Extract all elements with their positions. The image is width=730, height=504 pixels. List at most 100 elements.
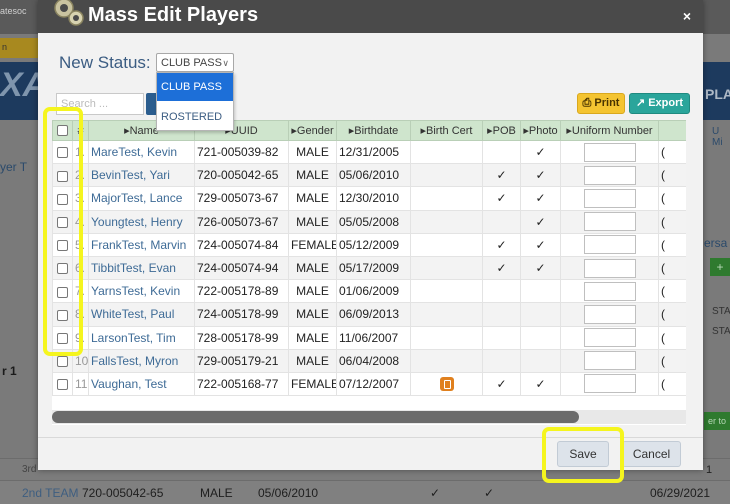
uniform-number-input[interactable] [583,374,636,394]
uniform-number-input[interactable] [583,188,636,208]
col-header-birth-cert[interactable]: ▸Birth Cert [410,120,483,141]
pob-cell [482,139,521,165]
pob-cell [482,302,521,327]
photo-cell [520,279,561,304]
table-row: 11.Vaughan, Test722-005168-77FEMALE07/12… [52,371,686,397]
player-birthdate: 06/09/2013 [336,302,411,327]
extra-cell: ( [658,371,686,397]
player-name-link[interactable]: BevinTest, Yari [88,163,195,188]
photo-cell: ✓ [520,371,561,397]
player-uuid: 726-005073-67 [194,209,289,234]
uniform-number-input[interactable] [583,351,636,371]
status-option-club-pass[interactable]: CLUB PASS [157,73,233,101]
player-gender: MALE [288,139,337,165]
col-header-pob[interactable]: ▸POB [482,120,521,141]
col-header-uniform[interactable]: ▸Uniform Number [560,120,659,141]
bg-table-row-2: 2nd TEAM 720-005042-65 MALE 05/06/2010 ✓… [0,480,730,504]
highlight-save [542,427,624,483]
uniform-number-input[interactable] [583,328,636,348]
row-checkbox[interactable] [57,356,68,368]
photo-cell [520,302,561,327]
player-gender: MALE [288,163,337,188]
player-uuid: 722-005168-77 [194,371,289,397]
new-status-label: New Status: [59,53,151,72]
bg-right-um: U Mi [712,126,723,148]
player-birthdate: 12/30/2010 [336,186,411,211]
bg-row2-check-1: ✓ [430,486,441,500]
gear-icon [54,0,84,26]
horizontal-scrollbar[interactable] [52,410,686,424]
uniform-number-input[interactable] [583,304,636,324]
scrollbar-thumb[interactable] [52,411,579,423]
pob-cell [482,279,521,304]
player-name-link[interactable]: WhiteTest, Paul [88,302,195,327]
player-name-link[interactable]: MajorTest, Lance [88,186,195,211]
player-gender: MALE [288,186,337,211]
player-gender: MALE [288,325,337,350]
player-uuid: 724-005074-84 [194,232,289,257]
printer-icon: ⎙ [582,97,592,109]
pob-cell [482,325,521,350]
player-birthdate: 05/06/2010 [336,163,411,188]
col-header-photo[interactable]: ▸Photo [520,120,561,141]
pob-cell: ✓ [482,371,521,397]
bg-left-label: yer T [0,160,28,174]
player-name-link[interactable]: Vaughan, Test [88,371,195,397]
player-name-link[interactable]: FallsTest, Myron [88,348,195,373]
status-select[interactable]: CLUB PASS ∨ [156,53,234,72]
col-header-extra [658,120,686,141]
uniform-cell [560,186,659,211]
table-row: 3. MajorTest, Lance 729-005073-67 MALE 12/30… [52,186,686,211]
highlight-checkboxes [43,107,83,356]
row-number: 11. [72,371,89,397]
uniform-number-input[interactable] [583,142,636,162]
row-checkbox[interactable] [57,379,68,391]
player-name-link[interactable]: MareTest, Kevin [88,139,195,165]
search-button[interactable] [146,93,156,115]
bg-banner-left-text: XA [0,66,38,104]
bg-row2-date: 06/29/2021 [650,486,711,500]
photo-cell [520,348,561,373]
print-button[interactable]: ⎙ Print [577,93,625,114]
uniform-number-input[interactable] [583,165,636,185]
player-name-link[interactable]: TibbitTest, Evan [88,255,195,281]
pob-cell: ✓ [482,163,521,188]
col-header-birthdate[interactable]: ▸Birthdate [336,120,411,141]
player-name-link[interactable]: Youngtest, Henry [88,209,195,234]
bg-row2-team: 2nd TEAM [22,486,79,500]
player-name-link[interactable]: LarsonTest, Tim [88,325,195,350]
bg-row1-team: 3rd [22,464,37,475]
player-name-link[interactable]: YarnsTest, Kevin [88,279,195,304]
table-row: 5. FrankTest, Marvin 724-005074-84 FEMALE 05… [52,232,686,257]
players-table: # ▸Name ▸UUID ▸Gender ▸Birthdate ▸Birth … [52,120,686,397]
uniform-number-input[interactable] [583,212,636,232]
extra-cell: ( [658,348,686,373]
birth-cert-cell [410,302,483,327]
table-row: 7. YarnsTest, Kevin 722-005178-89 MALE 01/06… [52,279,686,304]
birth-cert-cell [410,186,483,211]
photo-cell: ✓ [520,255,561,281]
photo-cell: ✓ [520,139,561,165]
bg-row2-uuid: 720-005042-65 [82,486,164,500]
birth-cert-cell [410,209,483,234]
document-icon[interactable] [439,377,454,392]
uniform-number-input[interactable] [583,235,636,255]
cancel-button[interactable]: Cancel [622,441,681,467]
player-birthdate: 06/04/2008 [336,348,411,373]
birth-cert-cell [410,232,483,257]
status-option-rostered[interactable]: ROSTERED [157,103,233,131]
table-row: 1. MareTest, Kevin 721-005039-82 MALE 12/31/… [52,139,686,165]
bg-left-r1: r 1 [2,364,17,378]
col-header-gender[interactable]: ▸Gender [288,120,337,141]
player-uuid: 729-005179-21 [194,348,289,373]
export-button[interactable]: ↗ Export [629,93,690,114]
extra-cell: ( [658,139,686,165]
player-name-link[interactable]: FrankTest, Marvin [88,232,195,257]
status-dropdown: CLUB PASS ROSTERED [156,72,234,131]
uniform-number-input[interactable] [583,258,636,278]
uniform-number-input[interactable] [583,281,636,301]
close-icon[interactable]: × [683,8,691,24]
pob-cell: ✓ [482,232,521,257]
birth-cert-cell [410,279,483,304]
player-uuid: 729-005073-67 [194,186,289,211]
